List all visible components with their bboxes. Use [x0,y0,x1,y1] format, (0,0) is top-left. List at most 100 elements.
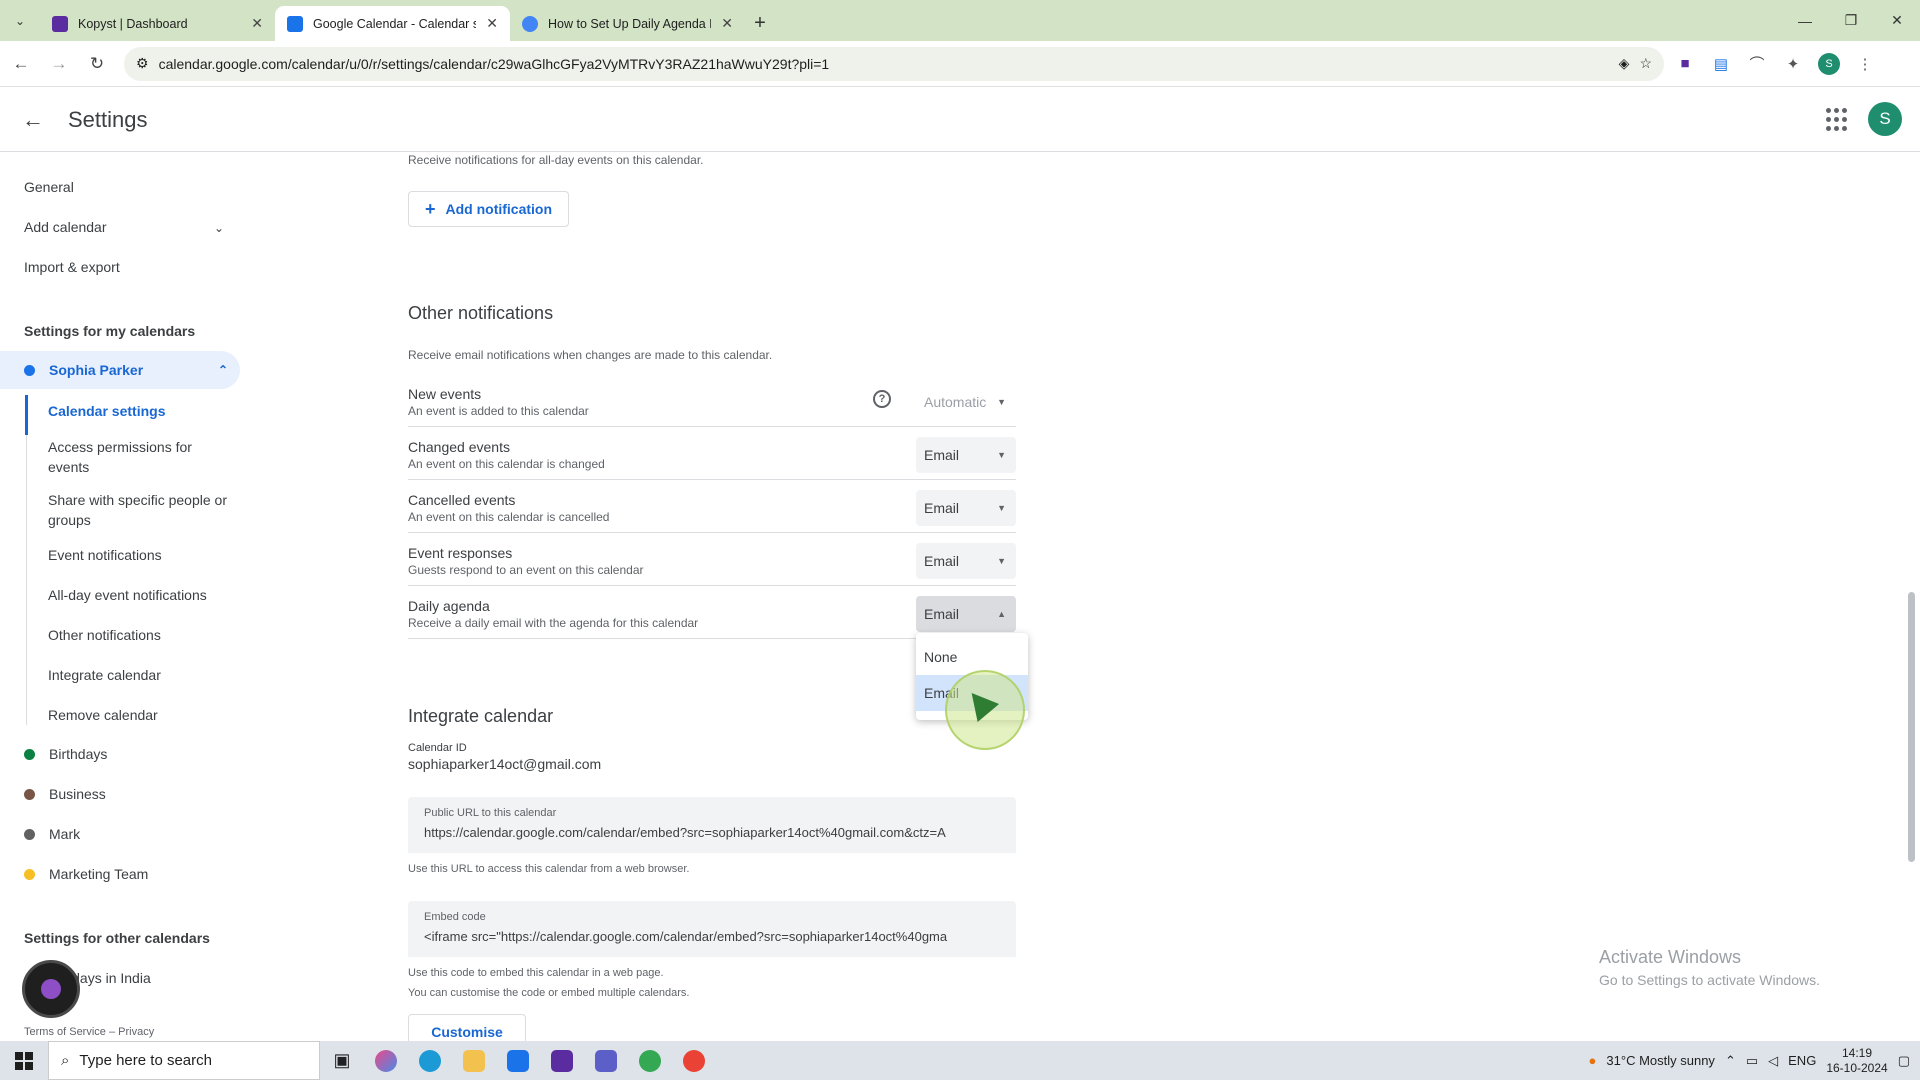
footer-links[interactable]: Terms of Service – Privacy [24,1026,154,1038]
teams-icon[interactable] [584,1041,628,1080]
public-url-field[interactable]: Public URL to this calendar https://cale… [408,797,1016,853]
clock[interactable]: 14:19 16-10-2024 [1826,1046,1887,1076]
other-calendars-heading: Settings for other calendars [24,930,210,946]
copilot-icon[interactable] [364,1041,408,1080]
edge-icon[interactable] [408,1041,452,1080]
chevron-down-icon[interactable]: ⌄ [214,221,224,235]
embed-code-field[interactable]: Embed code <iframe src="https://calendar… [408,901,1016,957]
close-window-icon[interactable]: ✕ [1874,0,1920,41]
back-arrow-icon[interactable]: ← [22,107,50,133]
extensions-puzzle-icon[interactable]: ✦ [1778,49,1808,79]
sidebar-item-calendar-settings[interactable]: Calendar settings [48,401,228,421]
sidebar-item-share[interactable]: Share with specific people or groups [48,490,228,530]
tab-how-to[interactable]: How to Set Up Daily Agenda Emails ✕ [510,6,745,41]
task-view-icon[interactable]: ▣ [320,1041,364,1080]
cancelled-events-select[interactable]: Email ▼ [916,490,1016,526]
row-desc: An event is added to this calendar [408,404,589,418]
weather-text[interactable]: 31°C Mostly sunny [1606,1053,1715,1068]
close-icon[interactable]: ✕ [486,15,498,32]
sidebar-calendar-business[interactable]: Business [0,775,240,813]
dropdown-arrow-icon: ▼ [997,397,1006,407]
calendar-id-label: Calendar ID [408,742,467,754]
embed-code-label: Embed code [424,911,486,923]
scrollbar-thumb[interactable] [1908,592,1915,862]
new-tab-button[interactable]: + [745,6,775,41]
mail-icon[interactable] [496,1041,540,1080]
language-indicator[interactable]: ENG [1788,1053,1816,1068]
sidebar-calendar-marketing-team[interactable]: Marketing Team [0,855,240,893]
close-icon[interactable]: ✕ [251,15,263,32]
address-bar[interactable]: ⚙ calendar.google.com/calendar/u/0/r/set… [124,46,1664,81]
calendar-color-dot [24,828,35,840]
chevron-up-icon[interactable]: ⌃ [218,363,228,377]
close-icon[interactable]: ✕ [721,15,733,32]
kopyst-taskbar-icon[interactable] [540,1041,584,1080]
sidebar-item-general[interactable]: General [24,179,74,195]
site-info-icon[interactable]: ⚙ [136,55,149,72]
file-explorer-icon[interactable] [452,1041,496,1080]
other-notifications-title: Other notifications [408,303,554,323]
search-placeholder: Type here to search [79,1052,212,1069]
sidebar-item-import-export[interactable]: Import & export [24,259,120,275]
browser-menu-icon[interactable]: ⋮ [1850,49,1880,79]
windows-start-icon[interactable] [0,1041,48,1080]
kopyst-extension-icon[interactable]: ■ [1670,49,1700,79]
tab-title: Kopyst | Dashboard [78,16,188,31]
sidebar-item-access-permissions[interactable]: Access permissions for events [48,437,228,477]
new-events-select: Automatic ▼ [916,384,1016,420]
dropdown-arrow-icon: ▼ [997,556,1006,566]
windows-taskbar: ⌕ Type here to search ▣ ● 31°C Mostly su… [0,1041,1920,1080]
minimize-icon[interactable]: — [1782,0,1828,41]
network-icon[interactable]: ▭ [1746,1053,1758,1069]
sidebar-calendar-sophia-parker[interactable]: Sophia Parker ⌃ [0,351,240,389]
tab-kopyst[interactable]: Kopyst | Dashboard ✕ [40,6,275,41]
sidebar-item-allday-notifications[interactable]: All-day event notifications [48,585,228,605]
bookmark-star-icon[interactable]: ☆ [1639,55,1652,72]
row-desc: Guests respond to an event on this calen… [408,563,644,577]
event-responses-select[interactable]: Email ▼ [916,543,1016,579]
notification-center-icon[interactable]: ▢ [1898,1053,1910,1069]
volume-icon[interactable]: ◁ [1768,1053,1778,1069]
calendar-color-dot [24,788,35,800]
tab-search-chevron-icon[interactable]: ⌄ [0,0,40,41]
changed-events-select[interactable]: Email ▼ [916,437,1016,473]
option-none[interactable]: None [916,639,1028,675]
reload-icon[interactable]: ↻ [80,47,114,81]
sidebar-calendar-birthdays[interactable]: Birthdays [0,735,240,773]
add-notification-button[interactable]: + Add notification [408,191,569,227]
profile-icon[interactable]: S [1814,49,1844,79]
sidebar-item-add-calendar[interactable]: Add calendar [24,219,107,235]
add-notification-label: Add notification [445,201,553,217]
recorder-button[interactable] [22,960,80,1018]
avatar[interactable]: S [1868,102,1902,136]
notification-row-daily-agenda: Daily agenda Receive a daily email with … [408,586,1016,639]
apps-grid-icon[interactable] [1826,108,1850,132]
calendar-name: Marketing Team [49,866,149,882]
calendar-name: Sophia Parker [49,362,144,378]
help-icon[interactable]: ? [873,390,891,408]
tray-chevron-icon[interactable]: ⌃ [1725,1053,1736,1069]
row-desc: An event on this calendar is changed [408,457,605,471]
kopyst-favicon-icon [52,15,68,32]
tab-google-calendar[interactable]: Google Calendar - Calendar settings ✕ [275,6,510,41]
url-text: calendar.google.com/calendar/u/0/r/setti… [158,55,830,72]
forward-arrow-icon[interactable]: → [42,47,76,81]
docs-extension-icon[interactable]: ▤ [1706,49,1736,79]
sidebar-calendar-mark[interactable]: Mark [0,815,240,853]
lens-icon[interactable]: ◈ [1619,55,1630,72]
sidebar-item-event-notifications[interactable]: Event notifications [48,545,228,565]
notification-row-event-responses: Event responses Guests respond to an eve… [408,533,1016,586]
chrome-profile-icon[interactable] [672,1041,716,1080]
daily-agenda-select[interactable]: Email ▲ [916,596,1016,632]
sidebar-item-remove-calendar[interactable]: Remove calendar [48,705,228,725]
back-arrow-icon[interactable]: ← [4,47,38,81]
sidebar-item-integrate-calendar[interactable]: Integrate calendar [48,665,228,685]
restore-icon[interactable]: ❐ [1828,0,1874,41]
taskbar-search-box[interactable]: ⌕ Type here to search [48,1041,320,1080]
settings-header: ← Settings S [0,88,1920,152]
sidebar-item-other-notifications[interactable]: Other notifications [48,625,228,645]
chrome-icon[interactable] [628,1041,672,1080]
settings-main: Receive notifications for all-day events… [408,153,1028,1050]
dropdown-arrow-up-icon: ▲ [997,609,1006,619]
arc-extension-icon[interactable]: ⌒ [1742,49,1772,79]
